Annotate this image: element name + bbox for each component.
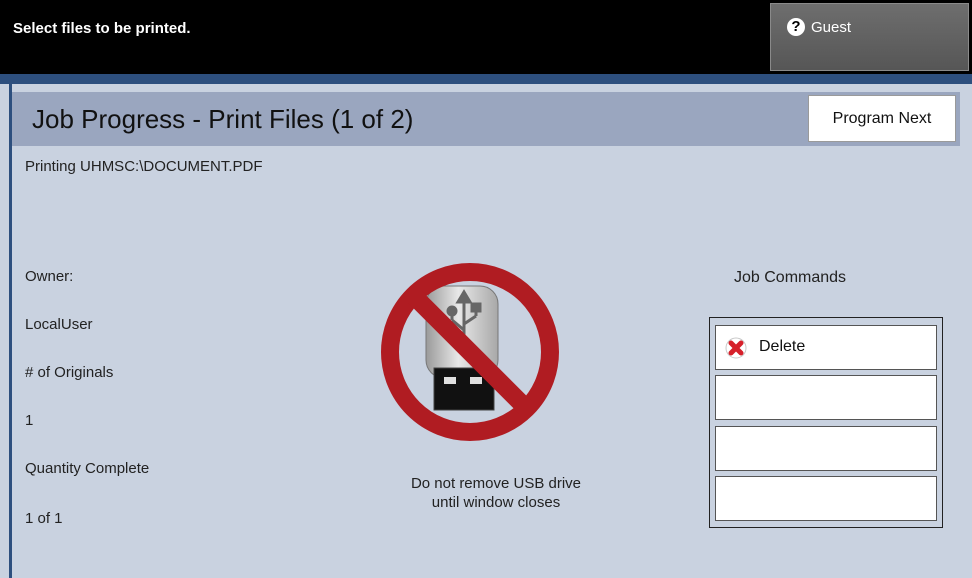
job-command-slot-2[interactable] bbox=[715, 375, 937, 420]
guest-button[interactable]: ? Guest bbox=[770, 3, 969, 71]
job-command-slot-4[interactable] bbox=[715, 476, 937, 521]
help-icon: ? bbox=[787, 18, 805, 36]
top-bar: Select files to be printed. ? Guest bbox=[0, 0, 972, 74]
page-title: Job Progress - Print Files (1 of 2) bbox=[32, 104, 414, 134]
job-command-slot-3[interactable] bbox=[715, 426, 937, 471]
quantity-value: 1 of 1 bbox=[25, 510, 63, 527]
no-usb-removal-icon bbox=[381, 263, 559, 441]
guest-label: Guest bbox=[811, 19, 852, 36]
quantity-label: Quantity Complete bbox=[25, 460, 150, 477]
owner-value: LocalUser bbox=[25, 316, 93, 333]
originals-label: # of Originals bbox=[25, 364, 114, 381]
delete-label: Delete bbox=[759, 338, 806, 355]
usb-warning-line1: Do not remove USB drive bbox=[410, 475, 582, 492]
owner-label: Owner: bbox=[25, 268, 74, 285]
usb-warning-line2: until window closes bbox=[431, 494, 561, 511]
delete-x-icon bbox=[725, 337, 747, 359]
job-commands-title: Job Commands bbox=[734, 269, 847, 286]
usb-warning: Do not remove USB drive until window clo… bbox=[376, 474, 616, 512]
delete-button[interactable]: Delete bbox=[715, 325, 937, 370]
program-next-button[interactable]: Program Next bbox=[808, 95, 956, 142]
originals-value: 1 bbox=[25, 412, 34, 429]
job-commands-panel: Delete bbox=[709, 317, 943, 528]
instruction-text: Select files to be printed. bbox=[13, 20, 191, 37]
status-text: Printing UHMSC:\DOCUMENT.PDF bbox=[25, 158, 263, 175]
accent-strip bbox=[0, 74, 972, 84]
title-bar: Job Progress - Print Files (1 of 2) Prog… bbox=[12, 92, 960, 146]
